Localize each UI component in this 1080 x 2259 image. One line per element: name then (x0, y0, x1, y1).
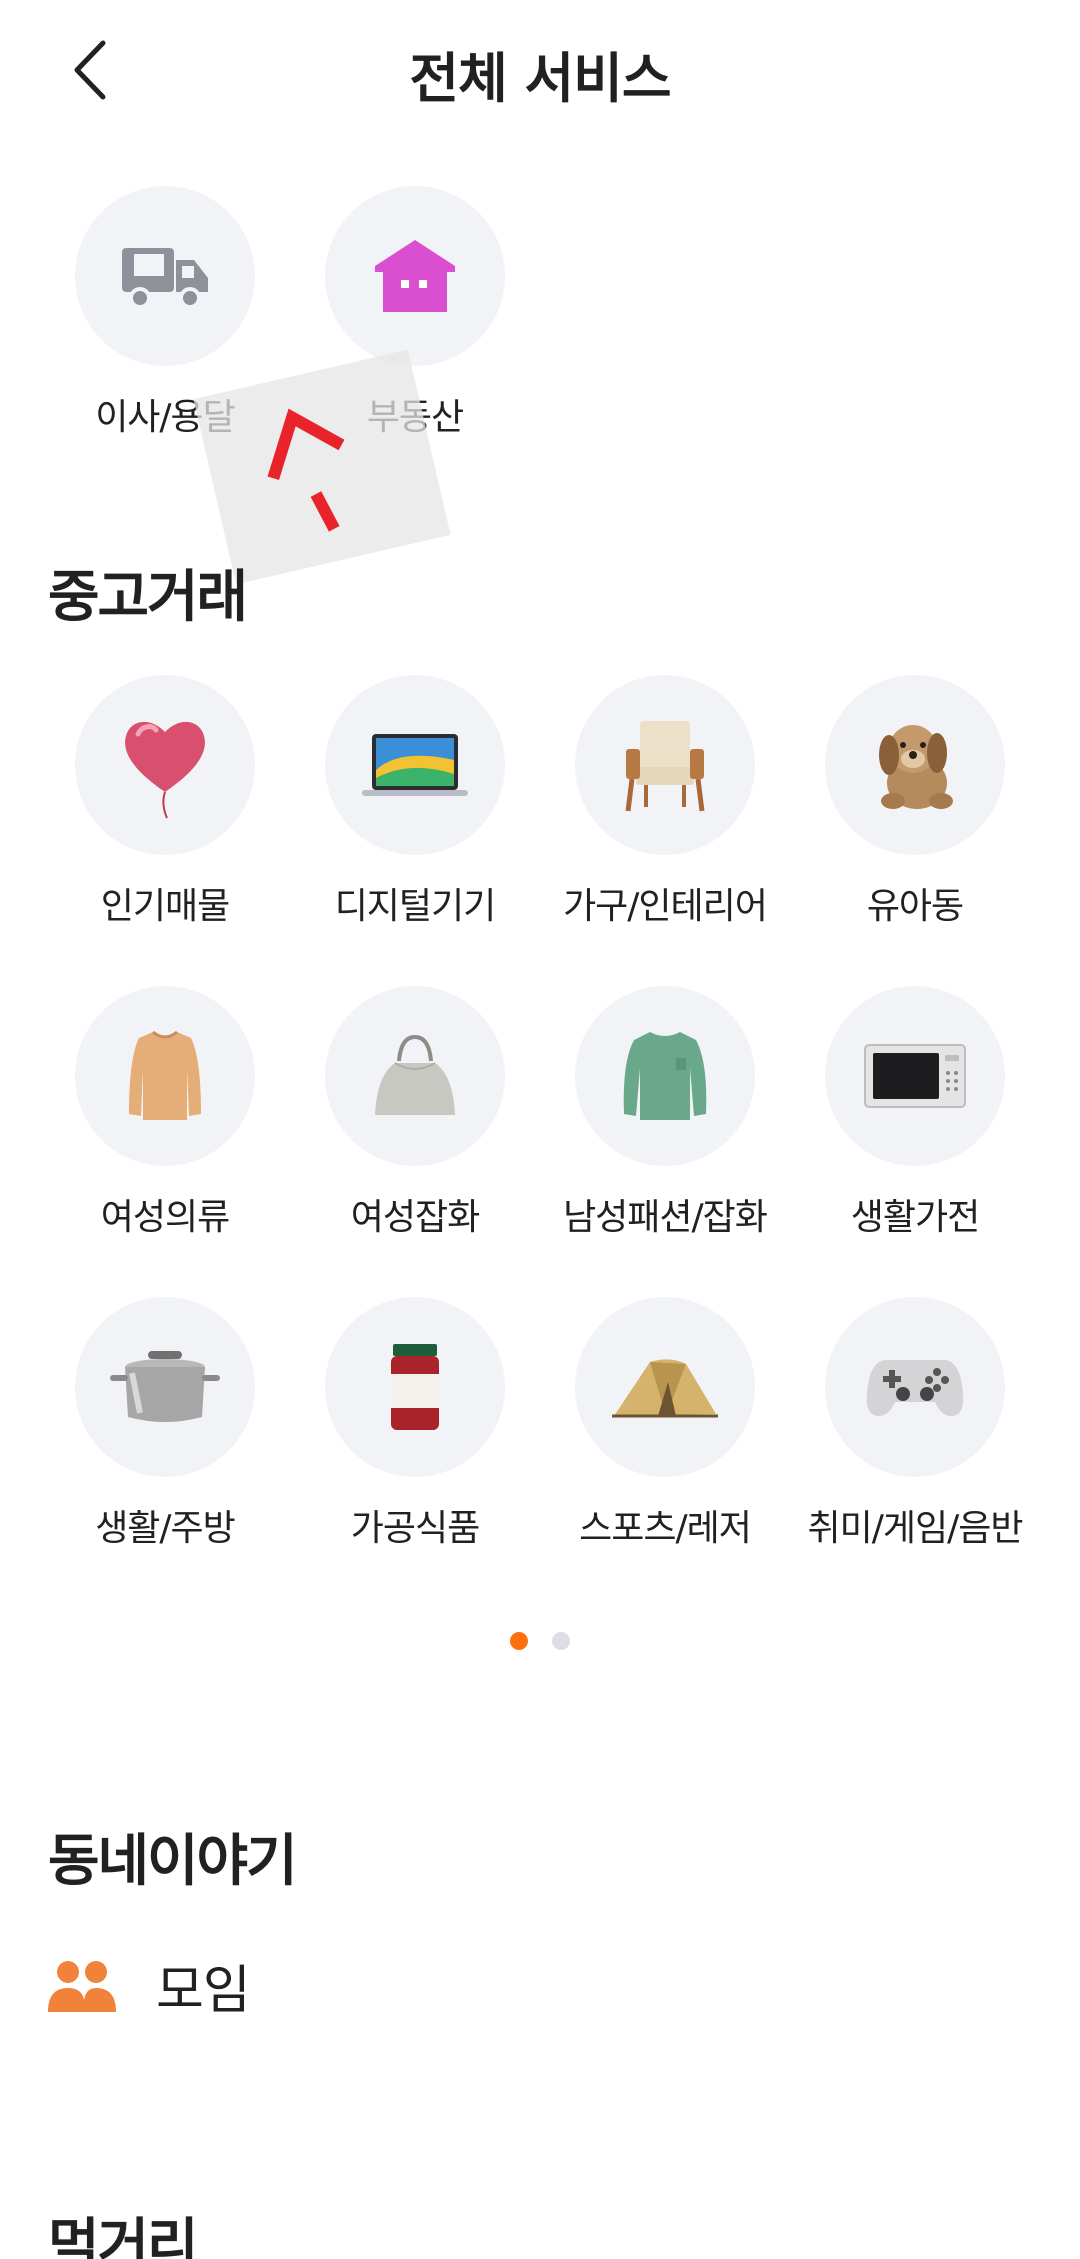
gamepad-icon (866, 1360, 964, 1416)
category-label: 여성잡화 (350, 1197, 480, 1238)
microwave-icon (864, 1044, 966, 1108)
category-kids[interactable]: 유아동 (790, 675, 1040, 929)
neighborhood-item-label: 모임 (156, 1961, 251, 2021)
teddy-dog-icon (879, 725, 953, 809)
section-title-food: 먹거리 (48, 2213, 199, 2259)
pot-icon (110, 1351, 220, 1422)
green-sweater-icon (623, 1032, 707, 1120)
armchair-icon (625, 721, 705, 812)
neighborhood-item-meetup[interactable]: 모임 (48, 1948, 251, 2023)
category-label: 디지털기기 (334, 886, 497, 927)
category-sports[interactable]: 스포츠/레저 (540, 1297, 790, 1551)
category-label: 가공식품 (350, 1508, 480, 1549)
header: 전체 서비스 (0, 0, 1080, 140)
category-label: 여성의류 (100, 1197, 230, 1238)
category-label: 가구/인테리어 (563, 886, 768, 927)
handbag-icon (375, 1034, 455, 1115)
category-hobby[interactable]: 취미/게임/음반 (790, 1297, 1040, 1551)
heart-balloon-icon (125, 721, 205, 819)
page-title: 전체 서비스 (409, 47, 671, 110)
category-appliances[interactable]: 생활가전 (790, 986, 1040, 1240)
tent-icon (612, 1359, 718, 1418)
section-title-used-trade: 중고거래 (48, 565, 248, 630)
category-digital[interactable]: 디지털기기 (290, 675, 540, 929)
category-label: 생활/주방 (95, 1508, 236, 1549)
category-label: 남성패션/잡화 (563, 1197, 768, 1238)
page-dot-1[interactable] (510, 1632, 528, 1650)
page-indicator (0, 1632, 1080, 1650)
category-label: 취미/게임/음반 (807, 1508, 1024, 1549)
category-popular[interactable]: 인기매물 (40, 675, 290, 929)
category-mens-fashion[interactable]: 남성패션/잡화 (540, 986, 790, 1240)
category-label: 인기매물 (100, 886, 230, 927)
category-womens-clothing[interactable]: 여성의류 (40, 986, 290, 1240)
people-icon (48, 1960, 116, 2012)
section-title-neighborhood: 동네이야기 (48, 1829, 298, 1894)
jar-icon (391, 1344, 439, 1430)
sweater-icon (129, 1030, 201, 1120)
page-dot-2[interactable] (552, 1632, 570, 1650)
house-icon (375, 240, 455, 312)
category-kitchen[interactable]: 생활/주방 (40, 1297, 290, 1551)
category-processed-food[interactable]: 가공식품 (290, 1297, 540, 1551)
category-label: 생활가전 (850, 1197, 980, 1238)
all-services-page: 전체 서비스 이사/용달 중고거래 인기매물 디지털기기 가구/인테리어 유아동… (0, 0, 1080, 2259)
category-furniture[interactable]: 가구/인테리어 (540, 675, 790, 929)
category-label: 유아동 (866, 886, 964, 927)
category-label: 스포츠/레저 (579, 1508, 752, 1549)
truck-icon (122, 248, 208, 309)
laptop-icon (362, 734, 468, 796)
category-womens-accessories[interactable]: 여성잡화 (290, 986, 540, 1240)
